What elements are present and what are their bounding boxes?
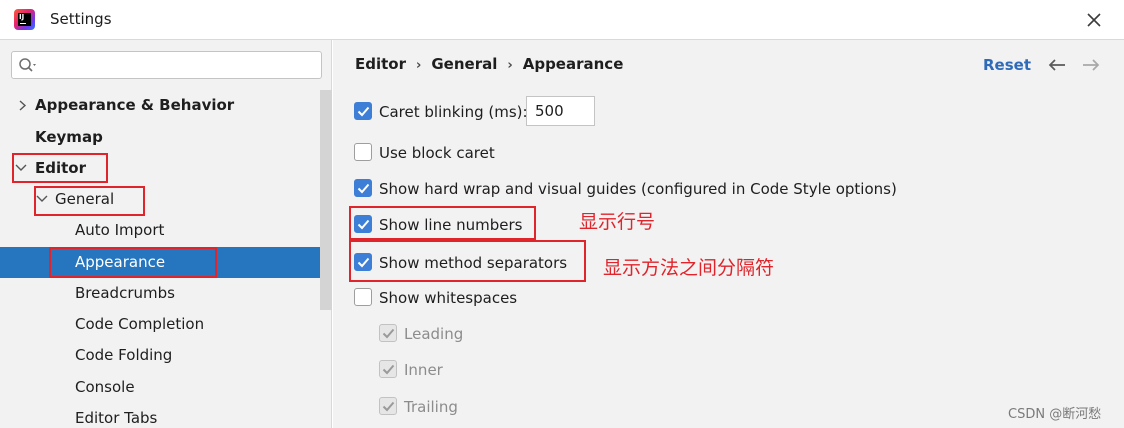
sidebar-item-label: Code Folding (75, 346, 173, 364)
breadcrumb-separator-icon: › (507, 58, 513, 73)
settings-sidebar: Appearance & Behavior Keymap Editor Gene… (0, 40, 332, 428)
checkbox[interactable] (354, 143, 372, 161)
annotation-line-numbers: 显示行号 (579, 211, 656, 233)
checkbox (379, 324, 397, 342)
window-title: Settings (50, 10, 112, 28)
show-hard-wrap-option[interactable]: Show hard wrap and visual guides (config… (354, 177, 914, 201)
highlight-general (34, 186, 145, 216)
whitespace-trailing-option: Trailing (379, 395, 499, 419)
breadcrumb-item[interactable]: Editor (355, 55, 406, 73)
option-label: Inner (404, 361, 443, 379)
sidebar-item-breadcrumbs[interactable]: Breadcrumbs (0, 278, 320, 309)
breadcrumb-item[interactable]: General (431, 55, 497, 73)
checkbox[interactable] (354, 102, 372, 120)
use-block-caret-option[interactable]: Use block caret (354, 141, 654, 165)
sidebar-item-keymap[interactable]: Keymap (0, 122, 320, 153)
option-label: Caret blinking (ms): (379, 103, 528, 121)
title-bar: IJ Settings (0, 0, 1124, 40)
reset-link[interactable]: Reset (983, 56, 1031, 74)
breadcrumb-item: Appearance (522, 55, 624, 73)
intellij-logo-icon: IJ (14, 9, 35, 30)
whitespace-leading-option: Leading (379, 322, 499, 346)
option-label: Leading (404, 325, 464, 343)
checkbox[interactable] (354, 179, 372, 197)
sidebar-item-label: Appearance & Behavior (35, 96, 235, 114)
sidebar-item-auto-import[interactable]: Auto Import (0, 215, 320, 246)
checkbox[interactable] (354, 288, 372, 306)
forward-arrow-icon[interactable] (1081, 56, 1101, 74)
option-label: Trailing (404, 398, 458, 416)
whitespace-inner-option: Inner (379, 358, 499, 382)
sidebar-item-label: Auto Import (75, 221, 165, 239)
show-whitespaces-option[interactable]: Show whitespaces (354, 286, 554, 310)
sidebar-item-editor-tabs[interactable]: Editor Tabs (0, 403, 320, 428)
sidebar-item-console[interactable]: Console (0, 372, 320, 403)
search-icon (19, 58, 36, 72)
breadcrumb: Editor › General › Appearance (355, 55, 623, 77)
checkbox (379, 397, 397, 415)
caret-blink-ms-input[interactable]: 500 (526, 96, 595, 126)
sidebar-scrollbar[interactable] (320, 90, 332, 310)
highlight-line-numbers (349, 206, 536, 240)
checkbox (379, 360, 397, 378)
highlight-editor (12, 153, 108, 183)
breadcrumb-separator-icon: › (416, 58, 422, 73)
highlight-method-separators (349, 240, 586, 282)
sidebar-item-label: Console (75, 378, 135, 396)
sidebar-item-label: Editor Tabs (75, 409, 158, 427)
option-label: Show hard wrap and visual guides (config… (379, 180, 897, 198)
highlight-appearance (49, 247, 217, 278)
sidebar-item-code-completion[interactable]: Code Completion (0, 309, 320, 340)
caret-blinking-option[interactable]: Caret blinking (ms): (354, 100, 554, 124)
annotation-method-separators: 显示方法之间分隔符 (603, 257, 775, 279)
option-label: Use block caret (379, 144, 495, 162)
chevron-right-icon[interactable] (17, 100, 27, 111)
sidebar-item-code-folding[interactable]: Code Folding (0, 340, 320, 371)
sidebar-item-appearance-behavior[interactable]: Appearance & Behavior (0, 90, 320, 121)
watermark: CSDN @断河愁 (1008, 407, 1102, 422)
back-arrow-icon[interactable] (1047, 56, 1067, 74)
option-label: Show whitespaces (379, 289, 518, 307)
sidebar-item-label: Code Completion (75, 315, 205, 333)
close-icon[interactable] (1083, 9, 1105, 31)
sidebar-item-label: Keymap (35, 128, 103, 146)
search-input[interactable] (11, 51, 322, 79)
sidebar-item-label: Breadcrumbs (75, 284, 175, 302)
